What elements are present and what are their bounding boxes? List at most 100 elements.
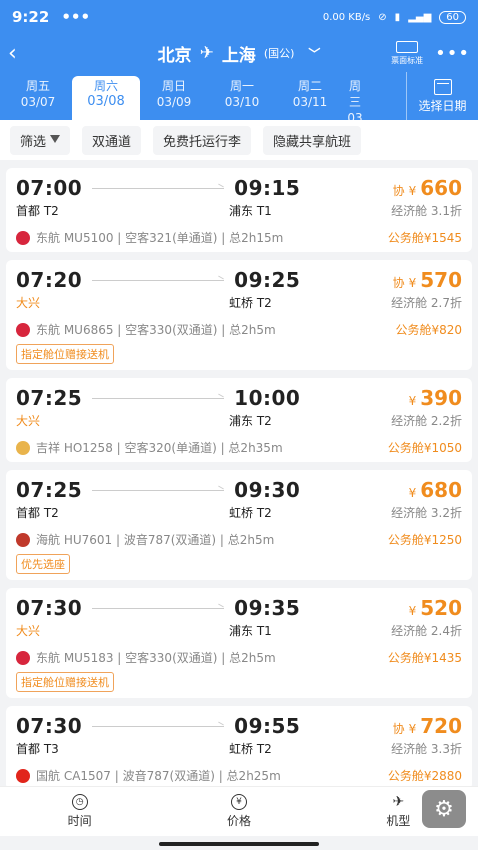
date-weekday: 周三 [348,79,361,109]
dep-time: 07:30 [16,714,83,738]
filter-button[interactable]: 筛选 [10,125,71,155]
battery-icon: 60 [439,10,466,24]
dep-airport: 大兴 [16,296,41,310]
date-tab[interactable]: 周三 03 [344,72,366,120]
yen-sign: ¥ [408,394,417,408]
dep-time: 07:20 [16,268,83,292]
date-day: 03/10 [224,95,260,109]
bottom-bar: ◷ 时间 ¥ 价格 ✈ 机型 [0,786,478,836]
airline-logo-icon [16,440,30,455]
dep-airport: 首都 T3 [16,742,59,756]
route-arrow [92,279,225,281]
date-tab[interactable]: 周一 03/10 [208,72,276,120]
date-day: 03/08 [87,94,125,109]
business-price: 公务舱¥1545 [387,231,462,245]
hd-icon: ▮ [394,11,401,23]
arr-time: 09:35 [234,596,301,620]
filter-hide-codeshare[interactable]: 隐藏共享航班 [263,125,362,155]
airline-logo-icon [16,768,30,783]
yen-sign: ¥ [408,184,417,198]
dep-time: 07:25 [16,386,83,410]
arr-time: 10:00 [234,386,301,410]
price: 协 ¥ 660 [393,176,462,200]
date-tab[interactable]: 周日 03/09 [140,72,208,120]
calendar-icon [433,78,452,95]
home-indicator[interactable] [159,842,319,846]
mute-icon: ⊘ [378,11,387,23]
dep-airport: 首都 T2 [16,204,59,218]
dep-time: 07:00 [16,176,83,200]
date-tab[interactable]: 周二 03/11 [276,72,344,120]
promo-tag: 优先选座 [16,554,70,574]
yen-sign: ¥ [408,486,417,500]
airline-info: 东航 MU6865 | 空客330(双通道) | 总2h5m [36,323,276,337]
status-time: 9:22 [12,8,50,26]
agreement-badge: 协 [392,184,405,198]
filter-free-baggage[interactable]: 免费托运行李 [153,125,252,155]
sort-aircraft-button[interactable]: ✈ 机型 [386,794,410,829]
route-arrow [92,489,225,491]
cabin-class: 经济舱 2.4折 [391,624,462,638]
from-city: 北京 [157,45,192,66]
header: 9:22 ••• 0.00 KB/s ⊘ ▮ ▂▄▆ 60 ‹ 北京 ✈ 上海 … [0,0,478,120]
pick-date-button[interactable]: 选择日期 [406,72,478,120]
agreement-badge: 协 [392,722,405,736]
price: ¥ 520 [405,596,462,620]
flight-card[interactable]: 07:30 09:55 协 ¥ 720 首都 T3 虹桥 T2 经济舱 3.3折… [6,706,472,790]
airline-info: 吉祥 HO1258 | 空客320(单通道) | 总2h35m [36,441,283,455]
flight-card[interactable]: 07:30 09:35 ¥ 520 大兴 浦东 T1 经济舱 2.4折 东航 M… [6,588,472,698]
arr-airport: 浦东 T2 [229,414,272,428]
airline-info: 海航 HU7601 | 波音787(双通道) | 总2h5m [36,533,275,547]
flight-card[interactable]: 07:00 09:15 协 ¥ 660 首都 T2 浦东 T1 经济舱 3.1折… [6,168,472,252]
arr-time: 09:25 [234,268,301,292]
to-city: 上海 [221,45,256,66]
price-value: 720 [420,714,462,738]
price: 协 ¥ 720 [393,714,462,738]
yen-sign: ¥ [408,604,417,618]
signal-icon: ▂▄▆ [408,11,432,23]
route-arrow [92,187,225,189]
sort-price-button[interactable]: ¥ 价格 [227,794,251,829]
dep-airport: 首都 T2 [16,506,59,520]
route-arrow [92,607,225,609]
date-tab[interactable]: 周五 03/07 [4,72,72,120]
airline-logo-icon [16,230,30,245]
price-value: 570 [420,268,462,292]
dep-airport: 大兴 [16,624,41,638]
agreement-badge: 协 [392,276,405,290]
arr-airport: 浦东 T1 [229,204,272,218]
sort-time-button[interactable]: ◷ 时间 [68,794,92,829]
date-weekday: 周日 [161,79,186,93]
route-title[interactable]: 北京 ✈ 上海 (国公) ﹀ [0,41,478,66]
yen-sign: ¥ [408,276,417,290]
date-weekday: 周五 [25,79,50,93]
airline-logo-icon [16,650,30,665]
plane-icon: ✈ [392,794,405,810]
cabin-class: 经济舱 2.7折 [391,296,462,310]
arr-time: 09:55 [234,714,301,738]
business-price: 公务舱¥2880 [387,769,462,783]
date-weekday: 周二 [297,79,322,93]
cabin-class: 经济舱 3.1折 [391,204,462,218]
date-weekday: 周六 [93,79,118,93]
arr-airport: 虹桥 T2 [229,506,272,520]
airline-logo-icon [16,322,30,337]
business-price: 公务舱¥1250 [387,533,462,547]
price-value: 390 [420,386,462,410]
date-tab[interactable]: 周六 03/08 [72,76,140,120]
price: ¥ 680 [405,478,462,502]
net-speed: 0.00 KB/s [322,11,371,23]
gear-icon[interactable]: ⚙ [422,790,466,828]
date-day: 03 [347,111,363,120]
cabin-class: 经济舱 3.2折 [391,506,462,520]
dep-airport: 大兴 [16,414,41,428]
route-arrow [92,725,225,727]
dep-time: 07:25 [16,478,83,502]
filter-dual-aisle[interactable]: 双通道 [82,125,142,155]
flight-card[interactable]: 07:25 10:00 ¥ 390 大兴 浦东 T2 经济舱 2.2折 吉祥 H… [6,378,472,462]
clock-icon: ◷ [71,794,88,810]
flight-card[interactable]: 07:20 09:25 协 ¥ 570 大兴 虹桥 T2 经济舱 2.7折 东航… [6,260,472,370]
promo-tag: 指定舱位赠接送机 [16,344,114,364]
flight-card[interactable]: 07:25 09:30 ¥ 680 首都 T2 虹桥 T2 经济舱 3.2折 海… [6,470,472,580]
airline-info: 国航 CA1507 | 波音787(双通道) | 总2h25m [36,769,281,783]
